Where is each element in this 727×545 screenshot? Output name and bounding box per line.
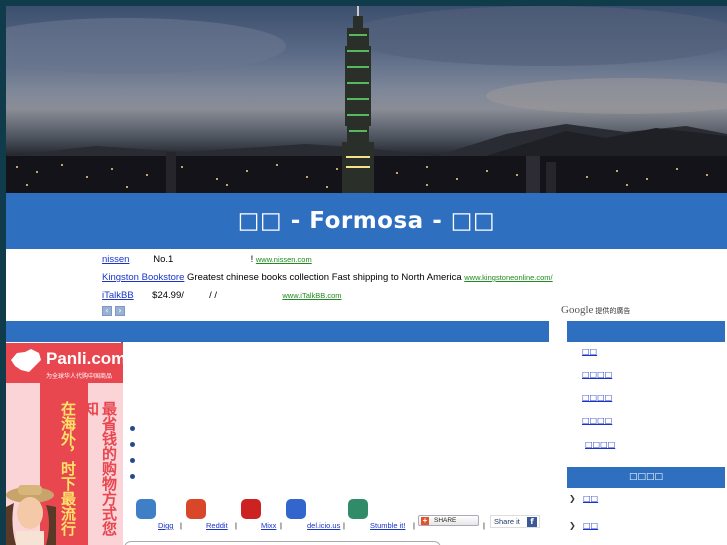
mixx-icon[interactable] (241, 499, 261, 519)
list-bullet (130, 458, 135, 463)
chevron-right-icon: ❯ (569, 494, 576, 503)
list-bullet (130, 426, 135, 431)
sidebar-section-link[interactable]: □□ (583, 521, 598, 530)
reddit-icon[interactable] (186, 499, 206, 519)
separator: | (343, 521, 345, 530)
digg-link[interactable]: Digg (158, 521, 173, 530)
sidebar-section-title: □□□□ (567, 467, 725, 488)
separator: | (180, 521, 182, 530)
separator: | (483, 521, 485, 530)
digg-icon[interactable] (136, 499, 156, 519)
page: □□ - Formosa - □□ nissen No.1 ! www.niss… (6, 6, 727, 545)
ad-link[interactable]: nissen (102, 254, 129, 265)
main-header-bar (6, 321, 549, 342)
ad-text: ! (250, 254, 254, 265)
separator: | (280, 521, 282, 530)
text-ad: nissen No.1 ! www.nissen.com (102, 254, 312, 265)
ad-url[interactable]: www.kingstoneonline.com/ (464, 273, 552, 282)
panli-tagline: 为全球华人代购中国商品 (46, 373, 113, 380)
mixx-link[interactable]: Mixx (261, 521, 276, 530)
sidebar-link[interactable]: □□□□ (582, 370, 612, 379)
ad-slogan-right: 最省钱的购物方式您知 (82, 401, 118, 536)
list-bullet (130, 442, 135, 447)
share-plus-icon: + (421, 516, 429, 525)
list-bullet (130, 474, 135, 479)
sidebar-header (567, 321, 725, 342)
stumbleupon-icon[interactable] (348, 499, 368, 519)
header-banner-image (6, 6, 727, 193)
text-ad: iTalkBB $24.99/ / / www.iTalkBB.com (102, 290, 342, 301)
ad-next-arrow-icon[interactable]: › (115, 306, 125, 316)
ad-url[interactable]: www.iTalkBB.com (282, 291, 341, 300)
separator: | (413, 521, 415, 530)
ad-text: / / (209, 290, 218, 301)
china-map-icon (11, 349, 41, 372)
panli-banner-ad[interactable]: Panli.com 为全球华人代购中国商品 在海外，时下最流行 最省钱的购物方式… (6, 343, 123, 545)
taipei-skyline-illustration (6, 6, 727, 193)
reddit-link[interactable]: Reddit (206, 521, 228, 530)
facebook-share-button[interactable]: Share it f (490, 515, 540, 528)
facebook-share-label: Share it (494, 517, 520, 526)
ad-prev-arrow-icon[interactable]: ‹ (102, 306, 112, 316)
facebook-icon: f (527, 517, 537, 527)
model-photo (6, 485, 56, 545)
chevron-right-icon: ❯ (569, 521, 576, 530)
share-label: SHARE (434, 517, 457, 524)
sidebar-link[interactable]: □□□□ (585, 440, 615, 449)
delicious-icon[interactable] (286, 499, 306, 519)
delicious-link[interactable]: del.icio.us (307, 521, 340, 530)
search-input[interactable] (124, 541, 441, 545)
ad-link[interactable]: iTalkBB (102, 290, 134, 301)
google-ads-label: 提供的廣告 (595, 308, 631, 315)
ad-text: No.1 (153, 254, 174, 265)
site-title: □□ - Formosa - □□ (237, 208, 496, 234)
ad-slogan-left: 在海外，时下最流行 (59, 401, 77, 536)
google-ads-attribution[interactable]: Google 提供的廣告 (561, 304, 630, 316)
share-button[interactable]: + SHARE (418, 515, 479, 526)
sidebar-link[interactable]: □□□□ (582, 393, 612, 402)
google-logo: Google (561, 304, 594, 316)
sidebar-link[interactable]: □□ (582, 347, 597, 356)
sidebar-section-link[interactable]: □□ (583, 494, 598, 503)
text-ad: Kingston Bookstore Greatest chinese book… (102, 272, 553, 283)
separator: | (235, 521, 237, 530)
ad-link[interactable]: Kingston Bookstore (102, 272, 184, 283)
sidebar-link[interactable]: □□□□ (582, 416, 612, 425)
panli-header: Panli.com 为全球华人代购中国商品 (6, 343, 123, 383)
title-band: □□ - Formosa - □□ (6, 193, 727, 249)
ad-url[interactable]: www.nissen.com (256, 255, 312, 264)
ad-text: $24.99/ (152, 290, 184, 301)
panli-logo: Panli.com (46, 349, 123, 368)
stumbleupon-link[interactable]: Stumble it! (370, 521, 405, 530)
ad-text: Greatest chinese books collection Fast s… (187, 272, 462, 283)
